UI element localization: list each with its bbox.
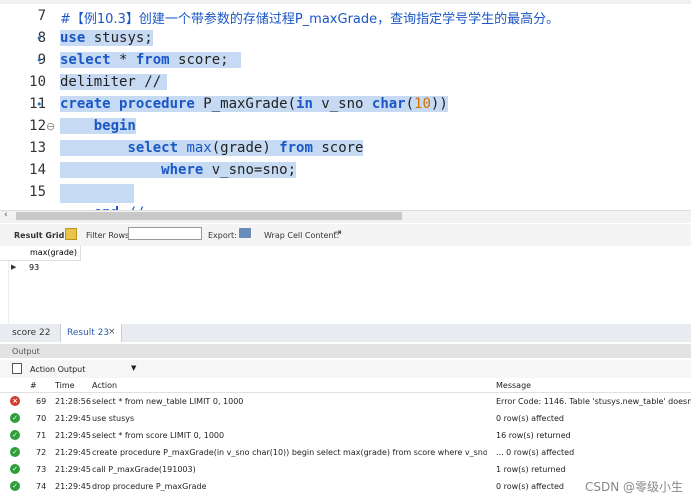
line-number: 10	[29, 74, 46, 90]
tab-label: Result 23	[67, 328, 110, 338]
export-icon[interactable]	[239, 228, 251, 238]
sql-editor[interactable]: 7 #【例10.3】创建一个带参数的存储过程P_maxGrade，查询指定学号学…	[0, 4, 691, 210]
tab-score-22[interactable]: score 22	[12, 328, 51, 338]
table-row[interactable]: ✓ 71 21:29:45 select * from score LIMIT 0, …	[0, 427, 691, 444]
row-message: 16 row(s) returned	[496, 431, 571, 440]
col-action-header: Action	[92, 381, 118, 390]
statement-marker-icon: •	[36, 32, 43, 45]
row-pointer-icon: ▶	[11, 263, 17, 271]
wrap-cell-icon[interactable]: ⇥	[334, 228, 342, 238]
col-num-header: #	[30, 381, 37, 390]
row-message: Error Code: 1146. Table 'stusys.new_tabl…	[496, 397, 691, 406]
scroll-left-icon[interactable]: ‹	[4, 210, 8, 220]
output-mode-select[interactable]: Action Output	[30, 365, 85, 374]
table-row[interactable]: ✓ 70 21:29:45 use stusys 0 row(s) affected	[0, 410, 691, 427]
code-line[interactable]: where v_sno=sno;	[60, 162, 297, 178]
code-line[interactable]: use stusys;	[60, 30, 153, 46]
code-line[interactable]: delimiter //	[60, 74, 168, 90]
tab-result-23[interactable]: Result 23 ×	[60, 324, 122, 342]
code-line[interactable]: begin	[60, 118, 136, 134]
row-time: 21:29:45	[55, 448, 91, 457]
line-number: 13	[29, 140, 46, 156]
code-line-comment[interactable]: #【例10.3】创建一个带参数的存储过程P_maxGrade，查询指定学号学生的…	[60, 8, 559, 27]
code-line[interactable]: select * from score;	[60, 52, 241, 68]
row-time: 21:29:45	[55, 465, 91, 474]
table-row[interactable]: ✓ 72 21:29:45 create procedure P_maxGrade(i…	[0, 444, 691, 461]
grid-icon[interactable]	[65, 228, 77, 240]
statement-marker-icon: •	[36, 98, 43, 111]
table-row[interactable]: × 69 21:28:56 select * from new_table LIMIT…	[0, 393, 691, 410]
line-number: 12	[29, 118, 46, 134]
result-toolbar: Result Grid Filter Rows: Export: Wrap Ce…	[0, 224, 691, 247]
row-time: 21:29:45	[55, 414, 91, 423]
export-label: Export:	[208, 231, 237, 240]
output-panel-header: Output	[0, 344, 691, 358]
watermark: CSDN @零级小生	[584, 480, 683, 494]
table-header: # Time Action Message	[0, 378, 691, 393]
row-number: 74	[36, 482, 47, 491]
line-number: 7	[37, 8, 46, 24]
col-time-header: Time	[55, 381, 75, 390]
success-icon: ✓	[10, 481, 20, 491]
row-action: select * from new_table LIMIT 0, 1000	[92, 397, 244, 406]
line-number: 15	[29, 184, 46, 200]
code-line[interactable]: select max(grade) from score	[60, 140, 364, 156]
result-grid: max(grade) ▶ 93	[0, 246, 691, 324]
result-tabs: score 22 Result 23 ×	[0, 324, 691, 342]
result-grid-tab[interactable]: Result Grid	[14, 231, 64, 240]
code-line-empty[interactable]	[60, 184, 134, 203]
row-action: select * from score LIMIT 0, 1000	[92, 431, 225, 440]
grid-divider	[8, 261, 9, 324]
line-number: 14	[29, 162, 46, 178]
row-number: 71	[36, 431, 47, 440]
row-number: 72	[36, 448, 47, 457]
row-time: 21:29:45	[55, 431, 91, 440]
statement-marker-icon: •	[36, 54, 43, 67]
success-icon: ✓	[10, 430, 20, 440]
success-icon: ✓	[10, 413, 20, 423]
chevron-down-icon[interactable]: ▼	[131, 364, 136, 372]
grid-cell[interactable]: 93	[29, 261, 79, 275]
output-toolbar: Action Output ▼	[0, 360, 691, 378]
row-action: create procedure P_maxGrade(in v_sno cha…	[92, 448, 487, 457]
filter-rows-input[interactable]	[128, 227, 202, 240]
table-row[interactable]: ✓ 73 21:29:45 call P_maxGrade(191003) 1 row(…	[0, 461, 691, 478]
wrap-cell-label: Wrap Cell Content:	[264, 231, 340, 240]
row-message: 0 row(s) affected	[496, 482, 565, 491]
close-icon[interactable]: ×	[108, 327, 116, 337]
row-action: use stusys	[92, 414, 135, 423]
output-title: Output	[12, 347, 40, 356]
column-header[interactable]: max(grade)	[30, 248, 77, 257]
success-icon: ✓	[10, 447, 20, 457]
error-icon: ×	[10, 396, 20, 406]
fold-toggle-icon[interactable]: ⊖	[46, 120, 55, 133]
row-number: 69	[36, 397, 47, 406]
row-action: call P_maxGrade(191003)	[92, 465, 196, 474]
row-number: 70	[36, 414, 47, 423]
row-number: 73	[36, 465, 47, 474]
success-icon: ✓	[10, 464, 20, 474]
copy-icon[interactable]	[12, 363, 22, 374]
col-message-header: Message	[496, 381, 532, 390]
row-message: 1 row(s) returned	[496, 465, 566, 474]
row-message: 0 row(s) affected	[496, 414, 565, 423]
row-time: 21:28:56	[55, 397, 91, 406]
row-message: ... 0 row(s) affected	[496, 448, 575, 457]
row-action: drop procedure P_maxGrade	[92, 482, 207, 491]
scrollbar-thumb[interactable]	[16, 212, 402, 220]
code-line[interactable]: create procedure P_maxGrade(in v_sno cha…	[60, 96, 448, 112]
row-time: 21:29:45	[55, 482, 91, 491]
filter-rows-label: Filter Rows:	[86, 231, 132, 240]
